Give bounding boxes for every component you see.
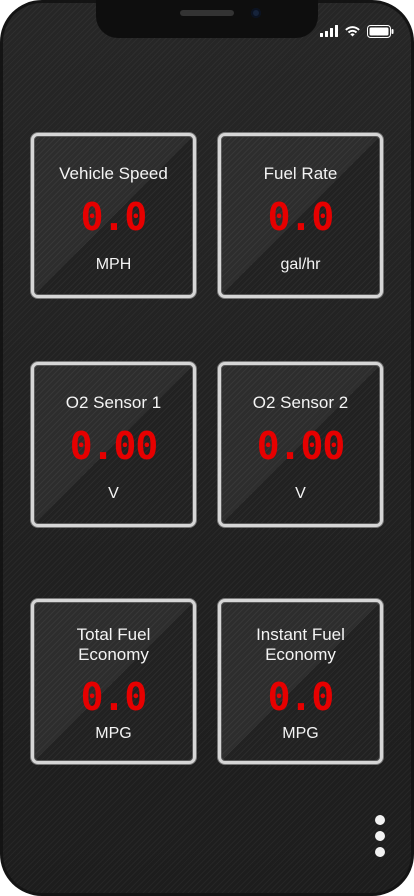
gauge-value: 0.0: [80, 675, 148, 719]
gauge-title: O2 Sensor 2: [252, 393, 349, 412]
gauge-value: 0.0: [80, 195, 148, 239]
menu-dot: [375, 831, 385, 841]
gauge-unit: V: [108, 485, 119, 502]
gauge-title-line-1: Instant Fuel: [256, 625, 345, 644]
gauge-title: O2 Sensor 1: [65, 393, 162, 412]
more-vertical-icon[interactable]: [366, 812, 394, 860]
gauge-title: Total Fuel Economy: [40, 625, 187, 665]
gauge-unit: gal/hr: [280, 256, 321, 273]
speaker-grille: [180, 10, 234, 16]
wifi-icon: [344, 25, 361, 37]
gauge-value: 0.0: [267, 195, 335, 239]
menu-dot: [375, 815, 385, 825]
status-bar: [320, 24, 394, 38]
gauge-unit: MPG: [95, 725, 132, 742]
phone-screen: Vehicle Speed 0.0 MPH Fuel Rate 0.0 gal/…: [0, 0, 414, 896]
gauge-title-line-2: Economy: [265, 645, 336, 664]
menu-dot: [375, 847, 385, 857]
gauge-title: Vehicle Speed: [59, 164, 168, 183]
gauge-title: Instant Fuel Economy: [227, 625, 374, 665]
device-notch: [96, 0, 318, 38]
cellular-signal-icon: [320, 25, 338, 37]
gauge-value: 0.0: [267, 675, 335, 719]
gauge-o2-sensor-2[interactable]: O2 Sensor 2 0.00 V: [218, 362, 383, 527]
gauge-title-line-1: Total Fuel: [76, 625, 151, 644]
gauge-value: 0.00: [69, 424, 159, 468]
gauge-total-fuel-economy[interactable]: Total Fuel Economy 0.0 MPG: [31, 599, 196, 764]
gauge-title: Fuel Rate: [263, 164, 338, 183]
gauge-unit: V: [295, 485, 306, 502]
gauge-vehicle-speed[interactable]: Vehicle Speed 0.0 MPH: [31, 133, 196, 298]
gauge-instant-fuel-economy[interactable]: Instant Fuel Economy 0.0 MPG: [218, 599, 383, 764]
gauge-unit: MPH: [95, 256, 132, 273]
battery-icon: [367, 24, 394, 38]
gauge-unit: MPG: [282, 725, 319, 742]
gauge-value: 0.00: [256, 424, 346, 468]
gauge-title-line-2: Economy: [78, 645, 149, 664]
front-camera: [251, 8, 261, 18]
gauge-o2-sensor-1[interactable]: O2 Sensor 1 0.00 V: [31, 362, 196, 527]
gauge-fuel-rate[interactable]: Fuel Rate 0.0 gal/hr: [218, 133, 383, 298]
